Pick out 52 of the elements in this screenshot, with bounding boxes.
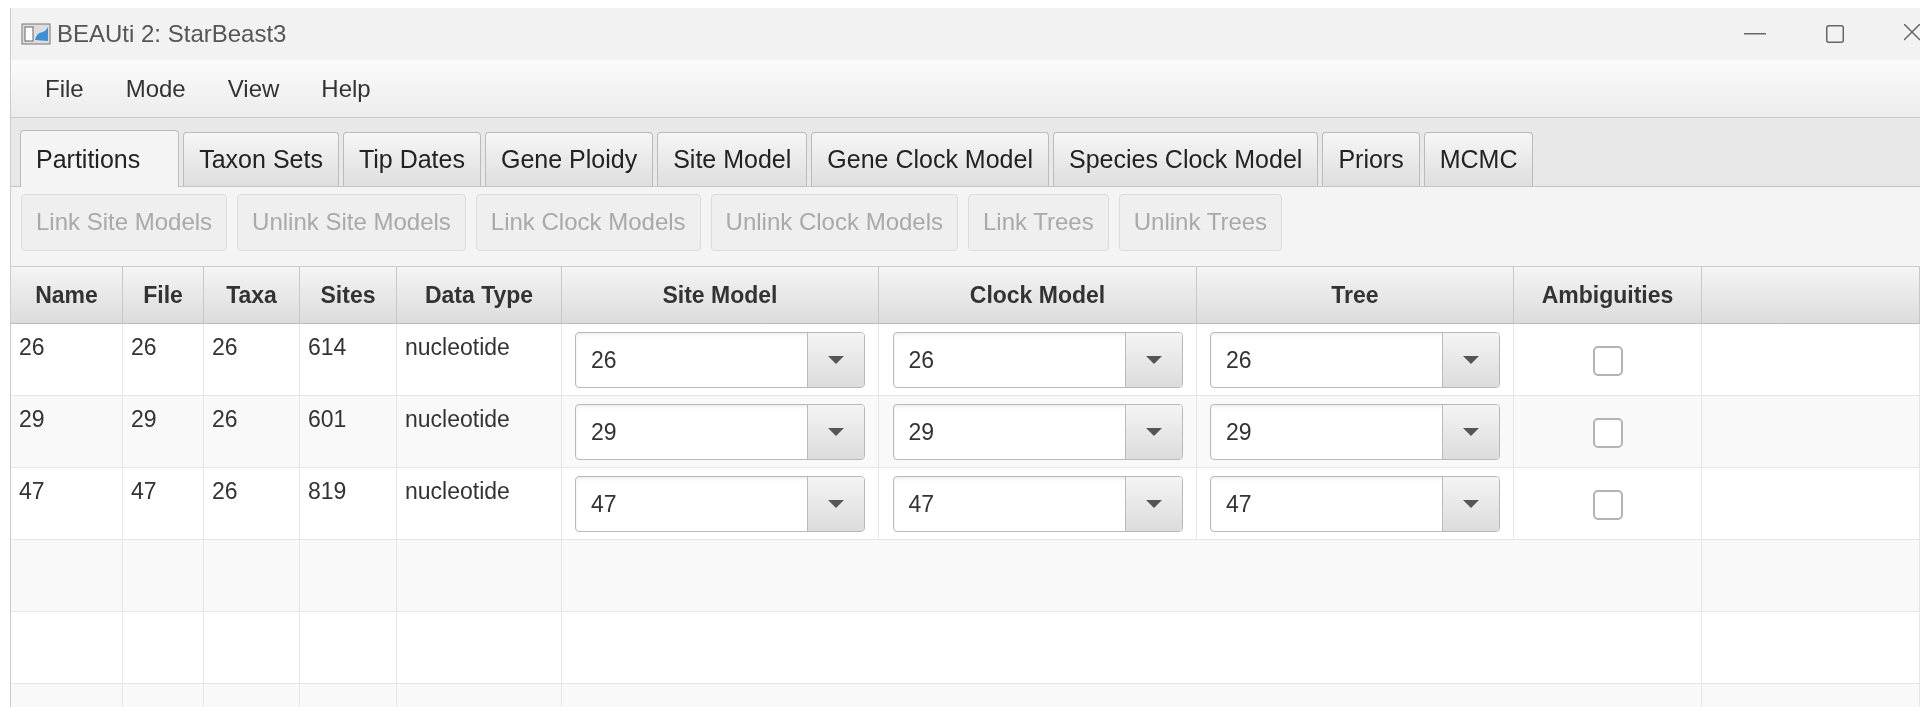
- table-cell: 601: [300, 396, 397, 468]
- tab[interactable]: Taxon Sets: [183, 132, 339, 186]
- checkbox[interactable]: [1592, 418, 1623, 448]
- tab[interactable]: Gene Clock Model: [811, 132, 1049, 186]
- tab[interactable]: Species Clock Model: [1052, 132, 1319, 186]
- maximize-icon[interactable]: [1826, 25, 1844, 43]
- column-header[interactable]: Name: [11, 267, 123, 324]
- menu-item[interactable]: Mode: [109, 68, 202, 109]
- column-header[interactable]: Taxa: [204, 267, 300, 324]
- dropdown[interactable]: 29: [575, 404, 865, 460]
- tab[interactable]: Priors: [1322, 132, 1420, 186]
- caret-icon: [828, 356, 844, 364]
- menu-item[interactable]: Help: [305, 68, 387, 109]
- dropdown[interactable]: 26: [892, 332, 1183, 388]
- column-header[interactable]: File: [123, 267, 204, 324]
- checkbox[interactable]: [1592, 346, 1623, 376]
- tab[interactable]: MCMC: [1423, 132, 1534, 186]
- app-icon: [21, 22, 51, 46]
- minimize-icon[interactable]: [1744, 33, 1766, 35]
- caret-icon: [1463, 428, 1479, 436]
- column-header[interactable]: Clock Model: [879, 267, 1197, 324]
- tab[interactable]: Site Model: [657, 132, 808, 186]
- checkbox[interactable]: [1592, 490, 1623, 520]
- dropdown[interactable]: 29: [1210, 404, 1500, 460]
- table-cell: 29: [123, 396, 204, 468]
- tab[interactable]: Partitions: [20, 130, 180, 187]
- caret-icon: [1463, 500, 1479, 508]
- column-header[interactable]: Site Model: [562, 267, 879, 324]
- tab[interactable]: Gene Ploidy: [484, 132, 654, 186]
- table-cell: 29: [11, 396, 123, 468]
- caret-icon: [1463, 356, 1479, 364]
- column-header[interactable]: Ambiguities: [1514, 267, 1702, 324]
- menu-item[interactable]: View: [211, 68, 296, 109]
- menu-item[interactable]: File: [29, 68, 100, 109]
- caret-icon: [1145, 500, 1162, 508]
- caret-icon: [828, 500, 844, 508]
- dropdown[interactable]: 26: [1210, 332, 1500, 388]
- column-header[interactable]: Sites: [300, 267, 397, 324]
- column-header[interactable]: Tree: [1197, 267, 1514, 324]
- column-header[interactable]: Data Type: [397, 267, 562, 324]
- dropdown[interactable]: 47: [575, 476, 865, 532]
- dropdown[interactable]: 29: [892, 404, 1183, 460]
- dropdown[interactable]: 47: [892, 476, 1183, 532]
- tab[interactable]: Tip Dates: [342, 132, 481, 186]
- table-cell: nucleotide: [397, 396, 562, 468]
- caret-icon: [828, 428, 844, 436]
- dropdown[interactable]: 47: [1210, 476, 1500, 532]
- caret-icon: [1145, 428, 1162, 436]
- dropdown[interactable]: 26: [575, 332, 865, 388]
- table-cell: 26: [204, 396, 300, 468]
- caret-icon: [1145, 356, 1162, 364]
- window-title: BEAUti 2: StarBeast3: [57, 20, 288, 48]
